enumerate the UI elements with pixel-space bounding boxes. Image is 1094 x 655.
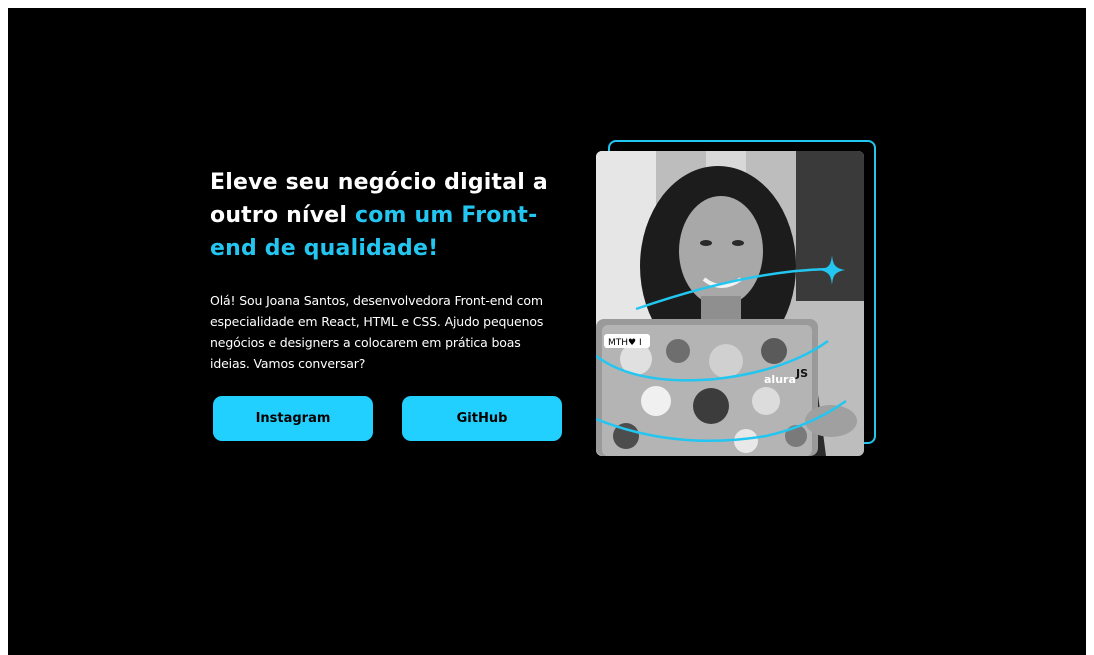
sparkle-icon bbox=[819, 255, 845, 285]
profile-photo-illustration: MTH♥ I alura JS bbox=[596, 151, 864, 456]
hero-text-block: Eleve seu negócio digital a outro nível … bbox=[210, 166, 570, 374]
instagram-button[interactable]: Instagram bbox=[213, 396, 373, 441]
hero-description: Olá! Sou Joana Santos, desenvolvedora Fr… bbox=[210, 293, 544, 371]
hero-headline: Eleve seu negócio digital a outro nível … bbox=[210, 166, 570, 265]
sticker-text-3: JS bbox=[795, 367, 808, 380]
sticker-text-2: alura bbox=[764, 373, 796, 386]
github-button[interactable]: GitHub bbox=[402, 396, 562, 441]
profile-photo: MTH♥ I alura JS bbox=[596, 151, 864, 456]
sticker-text-1: MTH♥ I bbox=[608, 338, 642, 348]
